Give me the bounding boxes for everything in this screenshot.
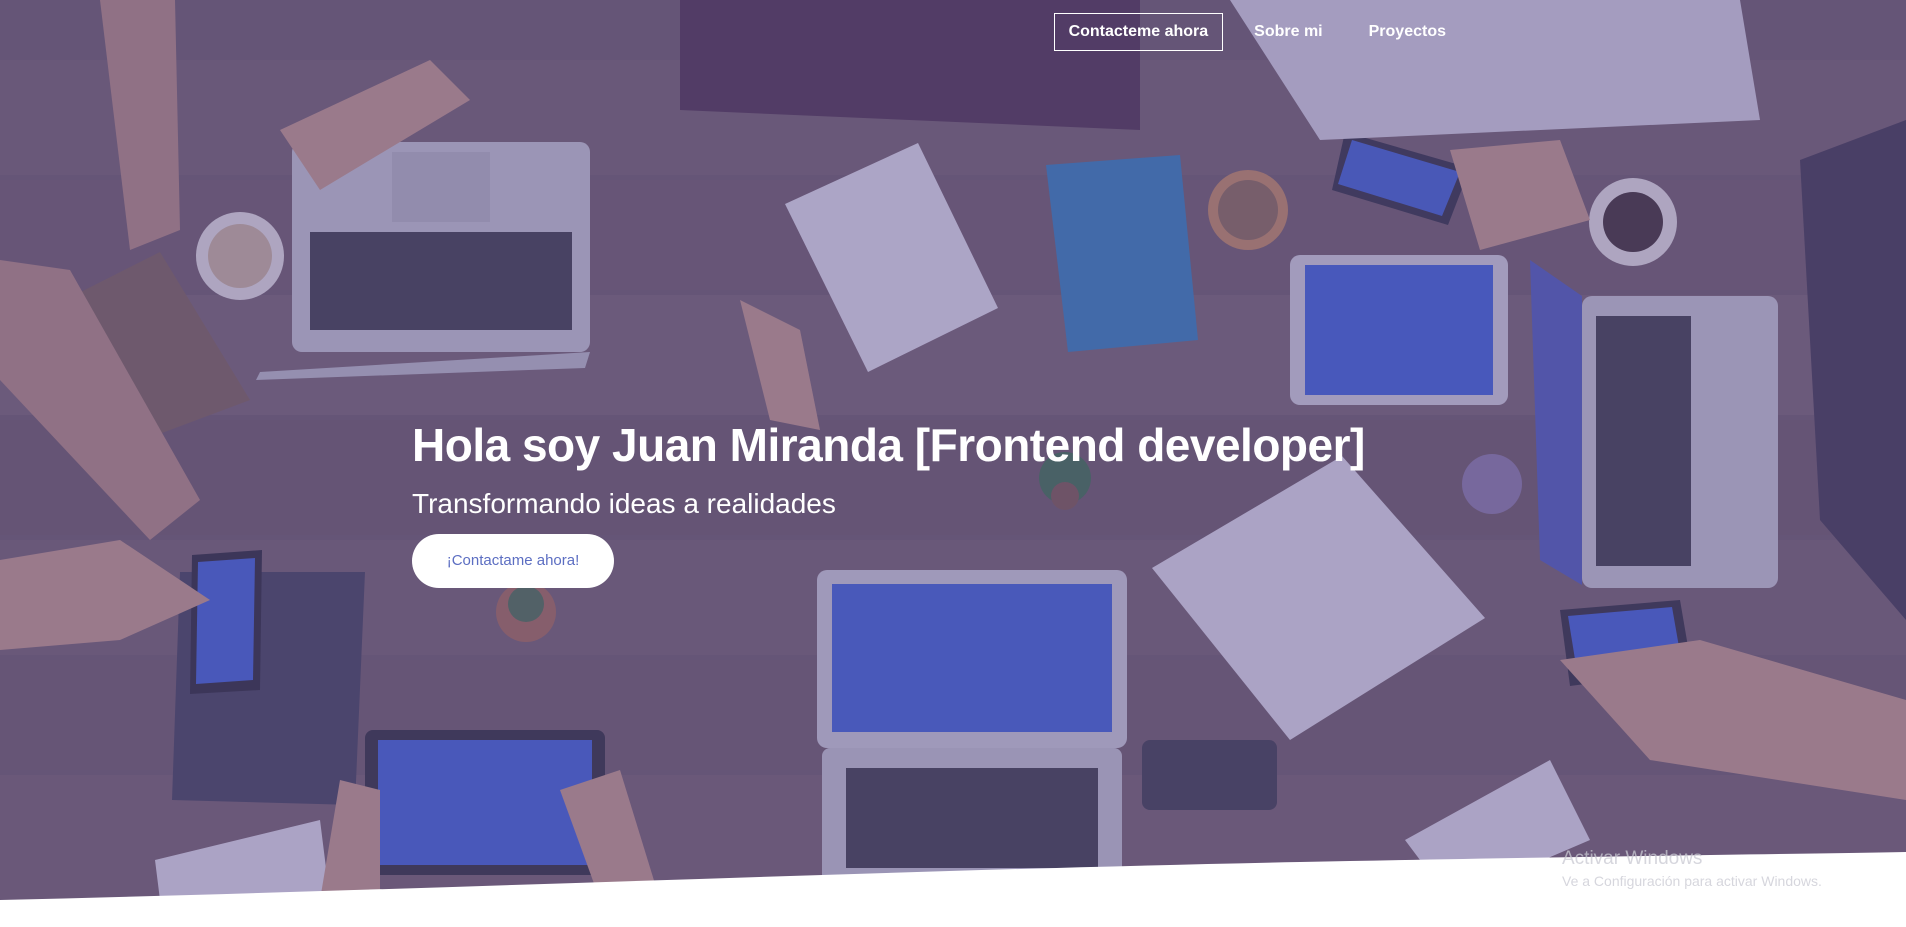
hero-subtitle: Transformando ideas a realidades <box>412 488 836 519</box>
watermark-title: Activar Windows <box>1562 848 1703 869</box>
nav-item-proyectos[interactable]: Proyectos <box>1354 13 1461 51</box>
windows-activation-watermark: Activar Windows Ve a Configuración para … <box>1562 848 1822 889</box>
nav-item-contacteme[interactable]: Contacteme ahora <box>1053 13 1224 51</box>
top-navigation: Contacteme ahora Sobre mi Proyectos <box>1053 13 1461 51</box>
hero-content: Hola soy Juan Miranda [Frontend develope… <box>412 418 1365 588</box>
hero-title: Hola soy Juan Miranda [Frontend develope… <box>412 419 1365 471</box>
watermark-subtitle: Ve a Configuración para activar Windows. <box>1562 873 1822 889</box>
hero-section: Contacteme ahora Sobre mi Proyectos Hola… <box>0 0 1906 900</box>
nav-item-sobre-mi[interactable]: Sobre mi <box>1239 13 1337 51</box>
contact-cta-button[interactable]: ¡Contactame ahora! <box>412 534 614 588</box>
